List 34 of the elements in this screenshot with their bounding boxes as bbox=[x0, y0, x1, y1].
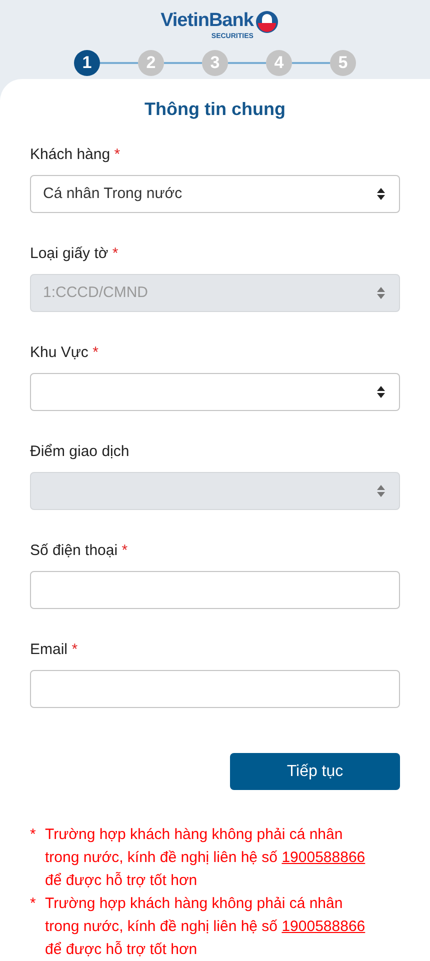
step-indicator: 4 bbox=[266, 50, 292, 76]
field-label: Khu Vực * bbox=[30, 343, 100, 363]
logo-emblem-icon bbox=[255, 10, 280, 34]
support-note: Trường hợp khách hàng không phải cá nhân trong nước, kính đề nghị liên hệ số 1900588866 để được hỗ trợ tốt hơn bbox=[45, 825, 366, 891]
step-indicator: 1 bbox=[74, 50, 100, 76]
phone-link[interactable]: 1900588866 bbox=[282, 849, 366, 866]
support-note: Trường hợp khách hàng không phải cá nhân trong nước, kính đề nghị liên hệ số 1900588866 để được hỗ trợ tốt hơn bbox=[45, 894, 366, 960]
phone-link[interactable]: 1900588866 bbox=[282, 918, 366, 935]
required-asterisk: * bbox=[72, 641, 78, 658]
sort-caret-icon bbox=[377, 485, 385, 497]
field-label: Điểm giao dịch bbox=[30, 442, 130, 462]
sort-caret-icon bbox=[377, 386, 385, 398]
field-label: Khách hàng * bbox=[30, 145, 122, 165]
section-title: Thông tin chung bbox=[144, 98, 286, 120]
required-asterisk: * bbox=[122, 542, 128, 559]
sort-caret-icon bbox=[377, 287, 385, 299]
sort-caret-icon bbox=[377, 188, 385, 200]
required-asterisk: * bbox=[92, 344, 98, 361]
step-indicator: 3 bbox=[202, 50, 228, 76]
select-field[interactable]: Cá nhân Trong nước bbox=[30, 175, 400, 213]
required-asterisk: * bbox=[114, 146, 120, 163]
field-label: Loại giấy tờ * bbox=[30, 244, 120, 264]
note-asterisk: * bbox=[30, 825, 37, 845]
field-label: Email * bbox=[30, 640, 79, 660]
continue-button[interactable]: Tiếp tục bbox=[230, 753, 400, 790]
step-indicator: 2 bbox=[138, 50, 164, 76]
logo-wordmark: VietinBank bbox=[160, 10, 254, 32]
required-asterisk: * bbox=[112, 245, 118, 262]
input-field[interactable] bbox=[30, 571, 400, 609]
select-field[interactable] bbox=[30, 373, 400, 411]
input-field[interactable] bbox=[30, 670, 400, 708]
field-label: Số điện thoại * bbox=[30, 541, 129, 561]
note-asterisk: * bbox=[30, 894, 37, 914]
step-indicator: 5 bbox=[330, 50, 356, 76]
